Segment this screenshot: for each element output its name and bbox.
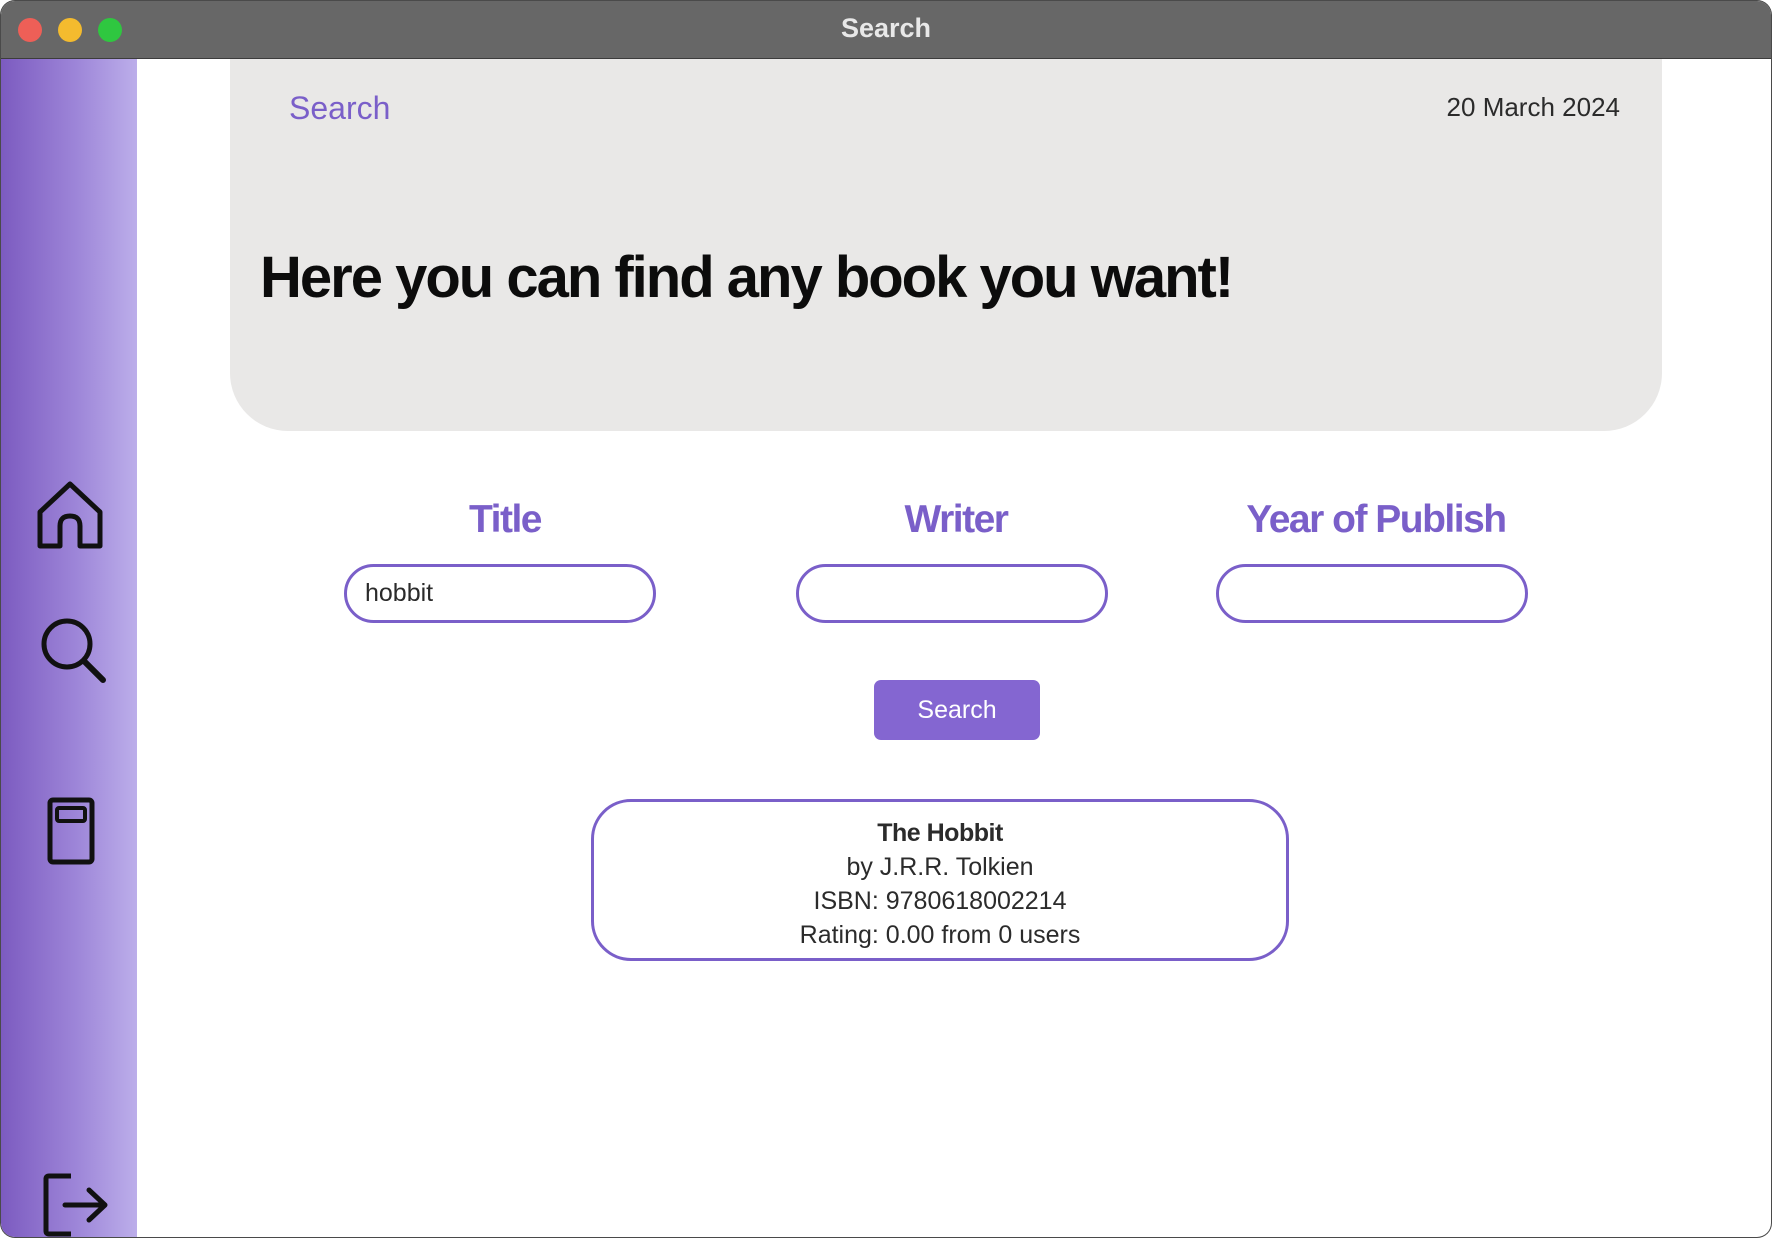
- sidebar-item-home[interactable]: [34, 479, 106, 551]
- app-window: Search Search 20 March 2024 Here you can…: [1, 1, 1771, 1237]
- title-bar: Search: [1, 1, 1771, 59]
- result-book-isbn: ISBN: 9780618002214: [813, 887, 1067, 915]
- search-button[interactable]: Search: [874, 680, 1040, 740]
- writer-input[interactable]: [796, 564, 1108, 623]
- book-icon: [47, 797, 95, 865]
- year-field-label: Year of Publish: [1246, 498, 1507, 541]
- year-input[interactable]: [1216, 564, 1528, 623]
- sidebar-item-search[interactable]: [37, 614, 109, 686]
- search-icon: [41, 618, 106, 683]
- window-title: Search: [840, 13, 932, 43]
- search-result-card[interactable]: The Hobbit by J.R.R. Tolkien ISBN: 97806…: [591, 799, 1289, 961]
- sidebar-item-library[interactable]: [41, 795, 101, 867]
- logout-button[interactable]: [41, 1169, 113, 1237]
- home-icon: [37, 481, 103, 549]
- writer-field-label: Writer: [904, 498, 1009, 541]
- current-date: 20 March 2024: [1446, 92, 1620, 122]
- header-card: Search 20 March 2024 Here you can find a…: [230, 59, 1662, 431]
- title-field-label: Title: [469, 498, 542, 541]
- breadcrumb[interactable]: Search: [289, 90, 390, 127]
- page-headline: Here you can find any book you want!: [260, 245, 1234, 310]
- sidebar: [1, 59, 137, 1237]
- result-book-rating: Rating: 0.00 from 0 users: [799, 921, 1081, 949]
- title-input[interactable]: [344, 564, 656, 623]
- logout-icon: [43, 1173, 108, 1237]
- result-book-author: by J.R.R. Tolkien: [846, 853, 1034, 881]
- result-book-title: The Hobbit: [877, 819, 1003, 847]
